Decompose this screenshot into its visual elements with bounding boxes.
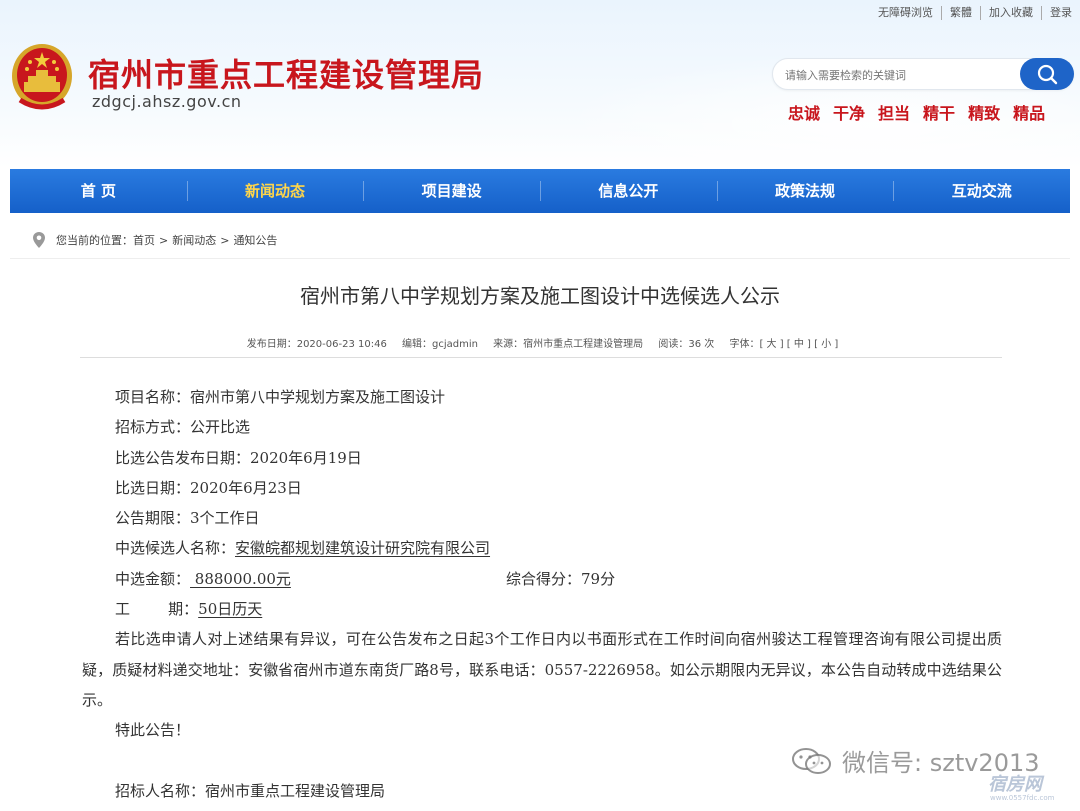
meta-source: 来源：宿州市重点工程建设管理局 [493, 339, 644, 350]
brand-url-watermark: www.0557fdc.com [990, 794, 1055, 802]
breadcrumb-prefix: 您当前的位置： [56, 234, 133, 247]
tenderer-line: 招标人名称：宿州市重点工程建设管理局 [115, 781, 386, 800]
amount-label: 中选金额： [115, 569, 191, 588]
slogan-item: 精品 [1013, 104, 1046, 123]
brand-watermark: 宿房网 [988, 774, 1042, 795]
breadcrumb-separator: > [159, 233, 169, 247]
project-name-line: 项目名称：宿州市第八中学规划方案及施工图设计 [115, 388, 446, 406]
meta-date: 发布日期：2020-06-23 10:46 [246, 339, 387, 350]
amount-line: 中选金额： 888000.00元 综合得分：79分 [82, 564, 1002, 594]
add-favorite-link[interactable]: 加入收藏 [981, 6, 1042, 20]
notice-period-line: 公告期限：3个工作日 [115, 509, 260, 528]
traditional-chinese-link[interactable]: 繁體 [942, 6, 981, 20]
nav-item-info-disclosure[interactable]: 信息公开 [540, 169, 717, 213]
article-meta: 发布日期：2020-06-23 10:46 编辑：gcjadmin 来源：宿州市… [0, 335, 1080, 350]
slogan-item: 干净 [833, 104, 866, 123]
slogan-item: 忠诚 [788, 104, 821, 123]
nav-item-interaction[interactable]: 互动交流 [893, 169, 1070, 213]
search-input[interactable] [785, 66, 1015, 84]
breadcrumb-news[interactable]: 新闻动态 [172, 232, 216, 248]
nav-item-projects[interactable]: 项目建设 [363, 169, 540, 213]
site-domain: zdgcj.ahsz.gov.cn [92, 92, 242, 111]
wechat-icon [792, 747, 831, 774]
candidate-value: 安徽皖都规划建筑设计研究院有限公司 [235, 539, 491, 558]
meta-divider [80, 357, 1002, 358]
duration-label: 工 期： [115, 600, 199, 619]
objection-paragraph: 若比选申请人对上述结果有异议，可在公告发布之日起3个工作日内以书面形式在工作时间… [82, 630, 1002, 709]
article-title: 宿州市第八中学规划方案及施工图设计中选候选人公示 [300, 284, 780, 308]
tender-method-line: 招标方式：公开比选 [115, 418, 251, 437]
breadcrumb-home[interactable]: 首页 [133, 232, 155, 248]
nav-item-news[interactable]: 新闻动态 [186, 169, 364, 213]
slogan-item: 精致 [968, 104, 1001, 123]
search-icon [1037, 64, 1058, 85]
search-button[interactable] [1020, 58, 1074, 90]
closing-line: 特此公告！ [115, 721, 191, 740]
site-header: 宿州市重点工程建设管理局 zdgcj.ahsz.gov.cn 无障碍浏览 繁體 … [0, 0, 1080, 168]
top-links: 无障碍浏览 繁體 加入收藏 登录 [870, 6, 1074, 20]
font-size-controls[interactable]: 字体：[ 大 ] [ 中 ] [ 小 ] [729, 339, 838, 350]
score-value: 综合得分：79分 [506, 569, 616, 588]
selection-date-line: 比选日期：2020年6月23日 [115, 478, 302, 497]
breadcrumb: 您当前的位置： 首页 > 新闻动态 > 通知公告 [32, 229, 277, 251]
slogan-item: 精干 [923, 104, 956, 123]
slogans: 忠诚 干净 担当 精干 精致 精品 [788, 100, 1045, 124]
nav-item-home[interactable]: 首 页 [10, 169, 187, 213]
nav-item-policies[interactable]: 政策法规 [716, 169, 894, 213]
location-pin-icon [33, 232, 45, 248]
breadcrumb-separator: > [220, 233, 230, 247]
slogan-item: 担当 [878, 104, 911, 123]
meta-editor: 编辑：gcjadmin [402, 339, 478, 350]
site-title: 宿州市重点工程建设管理局 [88, 56, 485, 94]
breadcrumb-divider [10, 258, 1070, 259]
meta-views: 阅读：36 次 [658, 339, 715, 350]
login-link[interactable]: 登录 [1042, 6, 1074, 20]
amount-value: 888000.00元 [190, 569, 291, 588]
notice-date-line: 比选公告发布日期：2020年6月19日 [115, 448, 362, 467]
breadcrumb-notices[interactable]: 通知公告 [233, 232, 277, 248]
candidate-line: 中选候选人名称：安徽皖都规划建筑设计研究院有限公司 [82, 533, 1002, 563]
candidate-label: 中选候选人名称： [115, 539, 236, 558]
main-nav: 首 页 新闻动态 项目建设 信息公开 政策法规 互动交流 [10, 169, 1070, 213]
national-emblem-icon [12, 44, 72, 110]
accessibility-link[interactable]: 无障碍浏览 [870, 6, 942, 20]
search-box [772, 58, 1074, 90]
duration-value: 50日历天 [198, 600, 263, 619]
duration-line: 工 期：50日历天 [82, 594, 1002, 624]
